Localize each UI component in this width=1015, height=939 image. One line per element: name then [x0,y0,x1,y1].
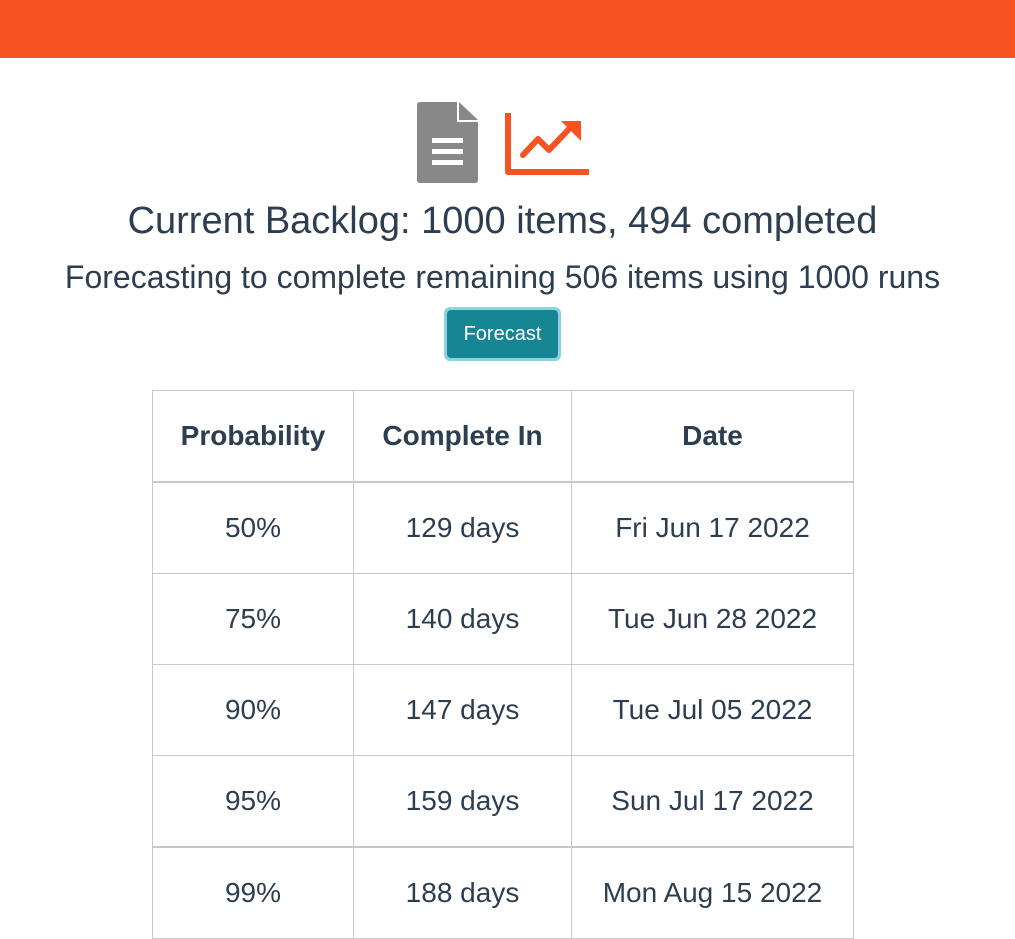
column-header-complete-in: Complete In [353,390,572,483]
document-icon [417,102,478,183]
probability-cell: 90% [152,664,354,756]
table-row: 99% 188 days Mon Aug 15 2022 [152,846,854,939]
date-cell: Mon Aug 15 2022 [571,846,854,939]
forecast-button-label: Forecast [447,310,558,358]
complete-in-cell: 147 days [353,664,572,756]
probability-cell: 50% [152,481,354,574]
table-row: 90% 147 days Tue Jul 05 2022 [152,664,854,756]
trending-up-icon [505,113,589,175]
date-cell: Sun Jul 17 2022 [571,755,854,848]
probability-cell: 99% [152,846,354,939]
forecast-button[interactable]: Forecast [444,307,561,361]
backlog-title: Current Backlog: 1000 items, 494 complet… [127,200,878,242]
table-row: 75% 140 days Tue Jun 28 2022 [152,573,854,665]
forecast-results-table: Probability Complete In Date 50% 129 day… [152,390,854,939]
complete-in-cell: 159 days [353,755,572,848]
date-cell: Tue Jul 05 2022 [571,664,854,756]
date-cell: Fri Jun 17 2022 [571,481,854,574]
complete-in-cell: 140 days [353,573,572,665]
column-header-probability: Probability [152,390,354,483]
table-row: 95% 159 days Sun Jul 17 2022 [152,755,854,848]
complete-in-cell: 188 days [353,846,572,939]
header-icons [0,102,1015,184]
complete-in-cell: 129 days [353,481,572,574]
table-row: 50% 129 days Fri Jun 17 2022 [152,481,854,574]
probability-cell: 75% [152,573,354,665]
forecast-subtitle: Forecasting to complete remaining 506 it… [64,259,941,295]
table-header-row: Probability Complete In Date [152,390,854,483]
probability-cell: 95% [152,755,354,848]
date-cell: Tue Jun 28 2022 [571,573,854,665]
column-header-date: Date [571,390,854,483]
top-bar [0,0,1015,58]
